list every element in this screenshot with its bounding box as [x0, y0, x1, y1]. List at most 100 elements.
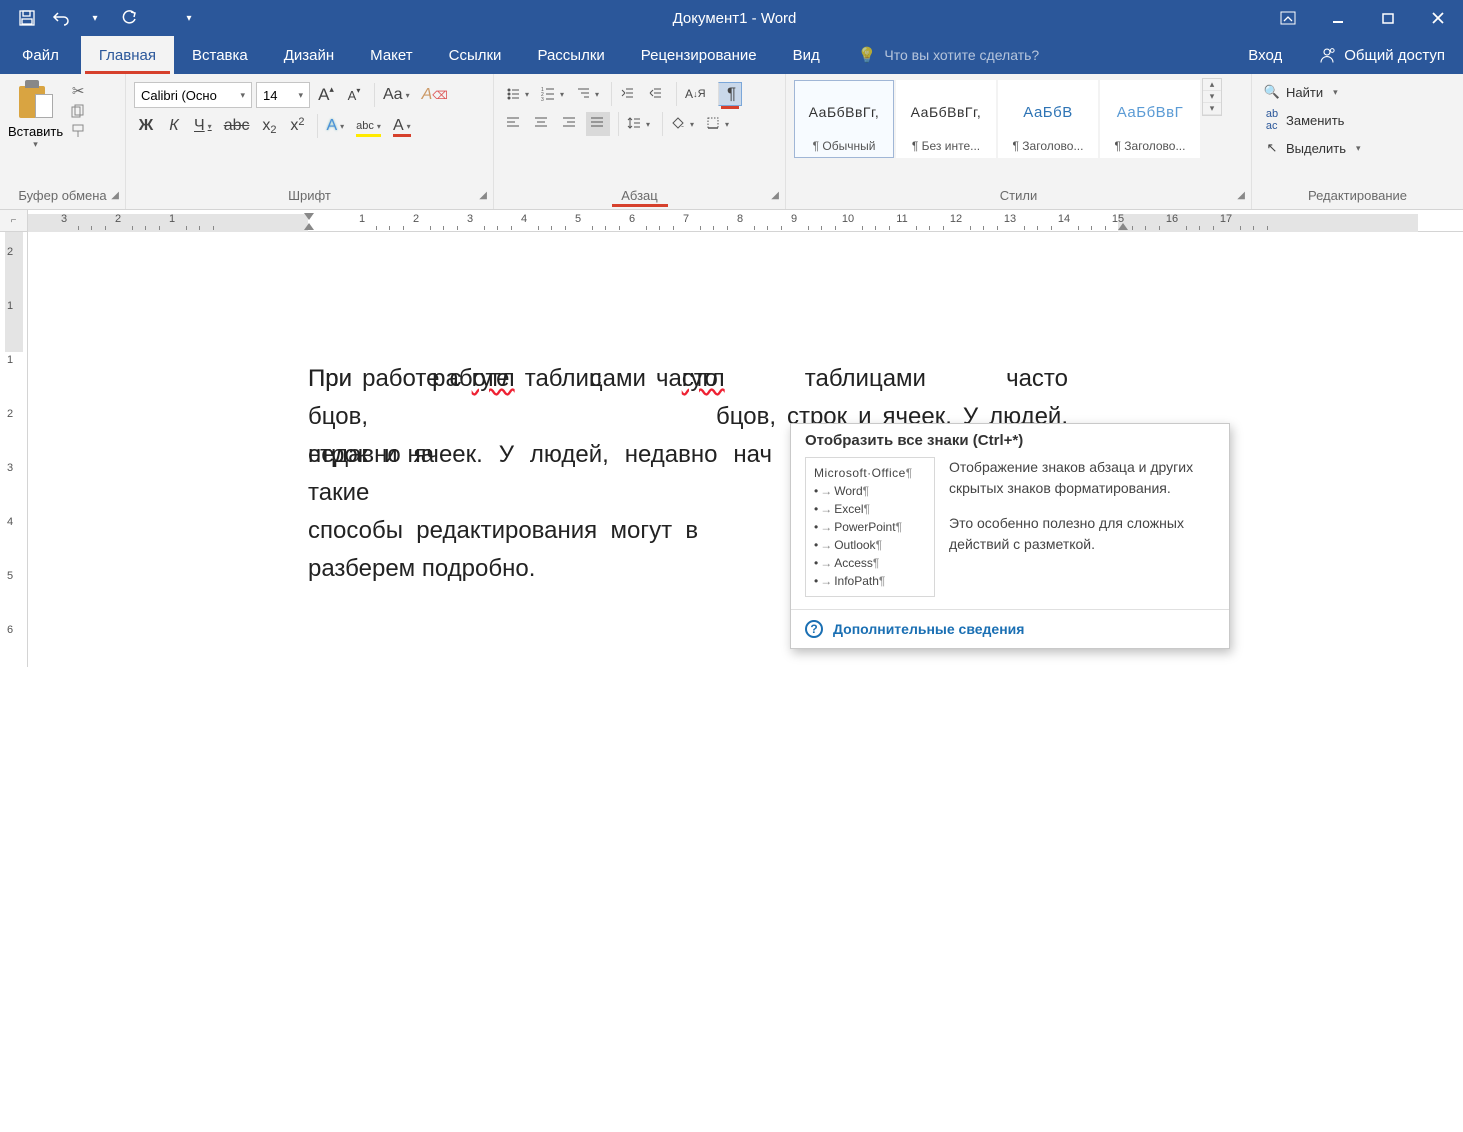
shrink-font-button[interactable]: A▾	[342, 83, 366, 107]
font-name-combo[interactable]: Calibri (Осно▾	[134, 82, 252, 108]
clipboard-dialog-launcher-icon[interactable]: ◢	[111, 190, 119, 201]
help-icon: ?	[805, 620, 823, 638]
ribbon-display-icon[interactable]	[1263, 0, 1313, 36]
quick-access-toolbar: ▾ ▾	[0, 0, 206, 36]
paste-dropdown-icon[interactable]: ▾	[33, 139, 38, 150]
show-hide-marks-button[interactable]: ¶	[718, 82, 742, 106]
styles-more-icon[interactable]: ▾	[1203, 103, 1221, 115]
grow-font-button[interactable]: A▴	[314, 83, 338, 107]
increase-indent-button[interactable]	[644, 82, 668, 106]
copy-icon[interactable]	[69, 104, 87, 118]
group-label-editing: Редактирование	[1260, 184, 1455, 209]
style-tile[interactable]: АаБбВвГг,Обычный	[794, 80, 894, 158]
bullets-button[interactable]	[502, 82, 533, 106]
multilevel-list-button[interactable]	[572, 82, 603, 106]
minimize-icon[interactable]	[1313, 0, 1363, 36]
group-label-font: Шрифт◢	[134, 184, 485, 209]
workspace: ⌐ 3211234567891011121314151617 21123456 …	[0, 210, 1463, 667]
tab-layout[interactable]: Макет	[352, 36, 430, 74]
bold-button[interactable]: Ж	[134, 114, 158, 138]
group-font: Calibri (Осно▾ 14▾ A▴ A▾ Aa A⌫ Ж К Ч abc…	[126, 74, 494, 209]
italic-button[interactable]: К	[162, 114, 186, 138]
undo-icon[interactable]	[44, 0, 78, 36]
align-justify-button[interactable]	[586, 112, 610, 136]
font-color-button[interactable]: A	[389, 114, 415, 138]
find-button[interactable]: 🔍Найти▾	[1260, 82, 1365, 102]
group-clipboard: Вставить ▾ ✂ Буфер обмена◢	[0, 74, 126, 209]
align-right-button[interactable]	[558, 112, 582, 136]
paragraph-dialog-launcher-icon[interactable]: ◢	[771, 190, 779, 201]
font-dialog-launcher-icon[interactable]: ◢	[479, 190, 487, 201]
borders-button[interactable]	[702, 112, 733, 136]
shading-button[interactable]	[662, 112, 698, 136]
group-label-clipboard: Буфер обмена◢	[8, 184, 117, 209]
tab-view[interactable]: Вид	[775, 36, 838, 74]
style-tile[interactable]: АаБбВвГ¶ Заголово...	[1100, 80, 1200, 158]
paste-icon[interactable]	[17, 80, 55, 120]
group-styles: АаБбВвГг,ОбычныйАаБбВвГг,¶ Без инте...Аа…	[786, 74, 1252, 209]
numbering-button[interactable]: 123	[537, 82, 568, 106]
ribbon: Вставить ▾ ✂ Буфер обмена◢ Calibri (Осно…	[0, 74, 1463, 210]
tab-home[interactable]: Главная	[81, 36, 174, 74]
window-controls	[1263, 0, 1463, 36]
cut-icon[interactable]: ✂	[69, 84, 87, 98]
sort-button[interactable]: А↓Я	[676, 82, 709, 106]
title-bar: ▾ ▾ Документ1 - Word	[0, 0, 1463, 36]
highlight-button[interactable]: abc	[352, 114, 385, 138]
subscript-button[interactable]: x2	[257, 114, 281, 138]
share-button[interactable]: Общий доступ	[1300, 36, 1463, 74]
tab-insert[interactable]: Вставка	[174, 36, 266, 74]
line-spacing-button[interactable]	[618, 112, 654, 136]
tab-design[interactable]: Дизайн	[266, 36, 352, 74]
vertical-ruler[interactable]: 21123456	[0, 232, 28, 667]
tooltip-title: Отобразить все знаки (Ctrl+*)	[791, 424, 1229, 455]
save-icon[interactable]	[10, 0, 44, 36]
superscript-button[interactable]: x2	[285, 114, 309, 138]
svg-text:3: 3	[541, 97, 544, 102]
group-label-styles: Стили◢	[794, 184, 1243, 209]
align-center-button[interactable]	[530, 112, 554, 136]
maximize-icon[interactable]	[1363, 0, 1413, 36]
close-icon[interactable]	[1413, 0, 1463, 36]
horizontal-ruler[interactable]: 3211234567891011121314151617	[28, 210, 1463, 232]
group-paragraph: 123 А↓Я ¶ Абзац◢	[494, 74, 786, 209]
format-painter-icon[interactable]	[69, 124, 87, 138]
text-effects-button[interactable]: A	[317, 114, 348, 138]
strikethrough-button[interactable]: abc	[220, 114, 254, 138]
change-case-button[interactable]: Aa	[374, 83, 414, 107]
tab-file[interactable]: Файл	[0, 36, 81, 74]
undo-dropdown-icon[interactable]: ▾	[78, 0, 112, 36]
tab-review[interactable]: Рецензирование	[623, 36, 775, 74]
paste-label[interactable]: Вставить	[8, 124, 63, 139]
style-tile[interactable]: АаБбВвГг,¶ Без инте...	[896, 80, 996, 158]
document-page[interactable]: При работе с гугл таблицами часто xxxxxx…	[158, 232, 1258, 1132]
tooltip-description: Отображение знаков абзаца и других скрыт…	[949, 457, 1215, 597]
find-icon: 🔍	[1264, 84, 1280, 100]
clear-format-button[interactable]: A⌫	[418, 83, 452, 107]
styles-down-icon[interactable]: ▾	[1203, 91, 1221, 103]
style-tile[interactable]: АаБбВ¶ Заголово...	[998, 80, 1098, 158]
tab-references[interactable]: Ссылки	[431, 36, 520, 74]
styles-gallery[interactable]: АаБбВвГг,ОбычныйАаБбВвГг,¶ Без инте...Аа…	[794, 78, 1200, 158]
document-area[interactable]: При работе с гугл таблицами часто xxxxxx…	[28, 232, 1463, 667]
window-title: Документ1 - Word	[206, 10, 1263, 27]
qat-customize-icon[interactable]: ▾	[172, 0, 206, 36]
replace-button[interactable]: abacЗаменить	[1260, 106, 1365, 134]
styles-dialog-launcher-icon[interactable]: ◢	[1237, 190, 1245, 201]
tell-me-search[interactable]: 💡 Что вы хотите сделать?	[858, 36, 1039, 74]
redo-icon[interactable]	[112, 0, 146, 36]
login-button[interactable]: Вход	[1230, 36, 1300, 74]
styles-scroll[interactable]: ▴▾▾	[1202, 78, 1222, 116]
tab-mailings[interactable]: Рассылки	[519, 36, 622, 74]
tooltip-more-info[interactable]: ? Дополнительные сведения	[791, 609, 1229, 648]
show-marks-tooltip: Отобразить все знаки (Ctrl+*) Microsoft·…	[790, 423, 1230, 649]
ribbon-tabs: Файл Главная Вставка Дизайн Макет Ссылки…	[0, 36, 1463, 74]
font-size-combo[interactable]: 14▾	[256, 82, 310, 108]
align-left-button[interactable]	[502, 112, 526, 136]
select-button[interactable]: ↖Выделить▾	[1260, 138, 1365, 158]
styles-up-icon[interactable]: ▴	[1203, 79, 1221, 91]
share-label: Общий доступ	[1344, 47, 1445, 64]
ruler-corner[interactable]: ⌐	[0, 210, 28, 232]
decrease-indent-button[interactable]	[611, 82, 640, 106]
underline-button[interactable]: Ч	[190, 114, 216, 138]
